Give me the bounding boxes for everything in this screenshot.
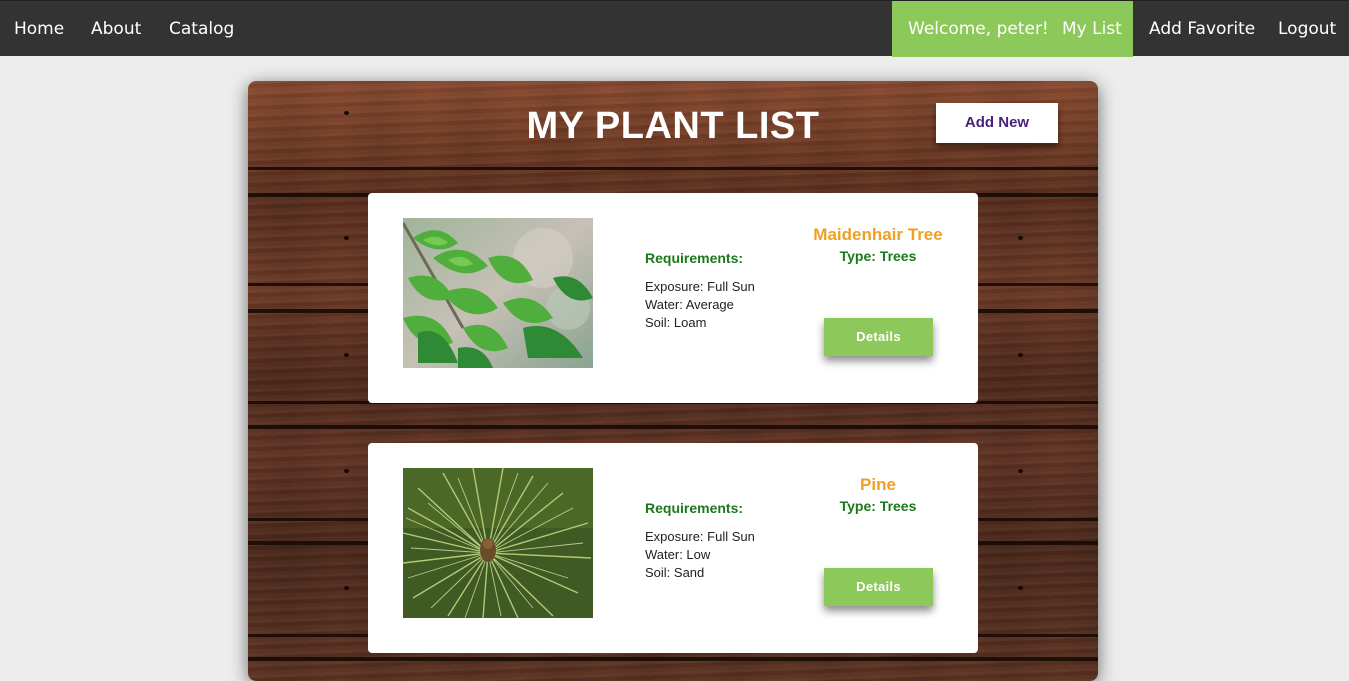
requirements-heading: Requirements: — [645, 500, 744, 516]
details-button[interactable]: Details — [824, 568, 933, 606]
nail-head — [344, 353, 349, 357]
nail-head — [344, 236, 349, 240]
soil-text: Soil: Sand — [645, 565, 705, 580]
plant-card: Requirements: Exposure: Full Sun Water: … — [368, 193, 978, 403]
plant-type: Type: Trees — [839, 248, 917, 264]
plant-list-panel: MY PLANT LIST Add New Requirements: Expo… — [248, 81, 1098, 681]
top-navbar: Home About Catalog Welcome, peter! My Li… — [0, 0, 1349, 57]
wood-board-seam — [248, 167, 1098, 170]
nav-about-link[interactable]: About — [75, 1, 157, 57]
requirements-heading: Requirements: — [645, 250, 744, 266]
nail-head — [1018, 236, 1023, 240]
soil-text: Soil: Loam — [645, 315, 707, 330]
welcome-message: Welcome, peter! — [908, 19, 1049, 39]
add-new-button[interactable]: Add New — [936, 103, 1058, 143]
nav-add-favorite-link[interactable]: Add Favorite — [1133, 1, 1271, 57]
nav-home-link[interactable]: Home — [0, 1, 80, 57]
nav-my-list-link[interactable]: My List — [1046, 1, 1138, 57]
plant-name: Maidenhair Tree — [813, 225, 943, 244]
nav-catalog-link[interactable]: Catalog — [153, 1, 250, 57]
nail-head — [1018, 586, 1023, 590]
nail-head — [1018, 353, 1023, 357]
nail-head — [344, 469, 349, 473]
details-button[interactable]: Details — [824, 318, 933, 356]
nav-logout-link[interactable]: Logout — [1262, 1, 1349, 57]
plant-name: Pine — [860, 475, 896, 494]
plant-type: Type: Trees — [839, 498, 917, 514]
pine-needles-photo — [403, 468, 593, 618]
plant-card: Requirements: Exposure: Full Sun Water: … — [368, 443, 978, 653]
exposure-text: Exposure: Full Sun — [645, 279, 755, 294]
nail-head — [1018, 469, 1023, 473]
water-text: Water: Average — [645, 297, 734, 312]
exposure-text: Exposure: Full Sun — [645, 529, 755, 544]
water-text: Water: Low — [645, 547, 711, 562]
ginkgo-leaves-photo — [403, 218, 593, 368]
nail-head — [344, 586, 349, 590]
